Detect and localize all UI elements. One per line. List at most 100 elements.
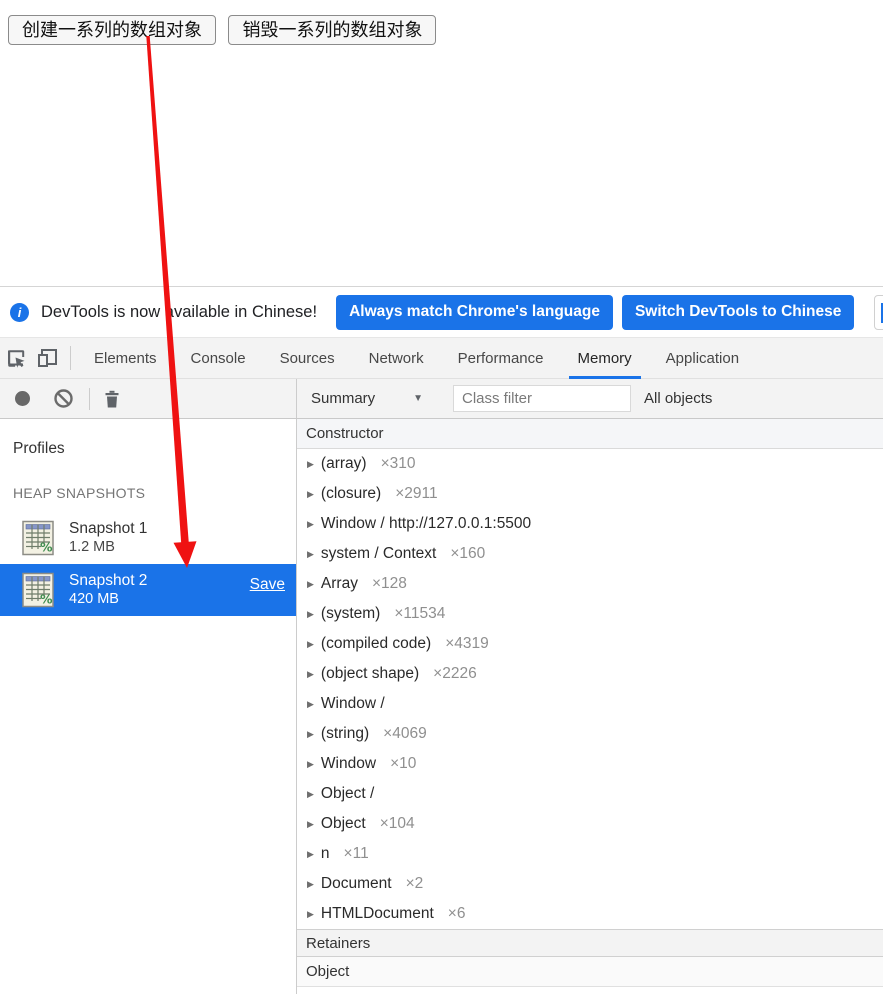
constructor-name: Window [321, 755, 376, 773]
expand-triangle-icon[interactable]: ▶ [307, 789, 314, 800]
inspect-element-icon[interactable] [0, 338, 32, 379]
constructor-name: HTMLDocument [321, 905, 434, 923]
expand-triangle-icon[interactable]: ▶ [307, 639, 314, 650]
instance-count: ×128 [372, 575, 407, 593]
constructor-name: Array [321, 575, 358, 593]
screen: 创建一系列的数组对象 销毁一系列的数组对象 i DevTools is now … [0, 0, 883, 994]
record-heap-snapshot-icon[interactable] [15, 391, 30, 406]
constructor-row[interactable]: ▶(compiled code)×4319 [297, 629, 883, 659]
constructor-column-header[interactable]: Constructor [297, 419, 883, 449]
profiles-toolbar [0, 379, 297, 418]
webpage-area: 创建一系列的数组对象 销毁一系列的数组对象 [0, 0, 883, 286]
snapshot-name: Snapshot 1 [69, 519, 147, 538]
expand-triangle-icon[interactable]: ▶ [307, 729, 314, 740]
destroy-arrays-button[interactable]: 销毁一系列的数组对象 [228, 15, 436, 45]
delete-profile-icon[interactable] [103, 389, 121, 409]
switch-devtools-chinese-button[interactable]: Switch DevTools to Chinese [622, 295, 854, 330]
devtools-infobar: i DevTools is now available in Chinese! … [0, 287, 883, 338]
constructor-name: Object / [321, 785, 374, 803]
expand-triangle-icon[interactable]: ▶ [307, 879, 314, 890]
class-filter-input[interactable] [453, 385, 631, 412]
snapshot-2-item[interactable]: % Snapshot 2 420 MB Save [0, 564, 296, 616]
expand-triangle-icon[interactable]: ▶ [307, 549, 314, 560]
instance-count: ×310 [381, 455, 416, 473]
constructor-row[interactable]: ▶system / Context×160 [297, 539, 883, 569]
constructor-row[interactable]: ▶ Array ×128 [297, 569, 883, 599]
expand-triangle-icon[interactable]: ▶ [307, 459, 314, 470]
constructor-name: n [321, 845, 330, 863]
tabbar-divider [70, 346, 71, 370]
constructor-row[interactable]: ▶ HTMLDocument ×6 [297, 899, 883, 929]
instance-count: ×6 [448, 905, 466, 923]
expand-triangle-icon[interactable]: ▶ [307, 579, 314, 590]
perspective-value: Summary [311, 390, 375, 407]
tab-elements[interactable]: Elements [77, 338, 174, 379]
create-arrays-button[interactable]: 创建一系列的数组对象 [8, 15, 216, 45]
retainers-object-column-header[interactable]: Object [297, 957, 883, 987]
constructor-row[interactable]: ▶(closure)×2911 [297, 479, 883, 509]
expand-triangle-icon[interactable]: ▶ [307, 819, 314, 830]
expand-triangle-icon[interactable]: ▶ [307, 699, 314, 710]
tab-console[interactable]: Console [174, 338, 263, 379]
instance-count: ×104 [380, 815, 415, 833]
constructor-row[interactable]: ▶ (system) ×11534 [297, 599, 883, 629]
constructor-row[interactable]: ▶Window / [297, 689, 883, 719]
constructor-name: (array) [321, 455, 367, 473]
save-snapshot-link[interactable]: Save [250, 576, 285, 594]
toolbar-divider [89, 388, 90, 410]
profiles-sidebar: Profiles HEAP SNAPSHOTS % Snapshot 1 [0, 419, 297, 994]
devtools-panel: i DevTools is now available in Chinese! … [0, 286, 883, 994]
expand-triangle-icon[interactable]: ▶ [307, 489, 314, 500]
device-toolbar-icon[interactable] [32, 338, 64, 379]
constructor-name: system / Context [321, 545, 436, 563]
expand-triangle-icon[interactable]: ▶ [307, 609, 314, 620]
instance-count: ×2 [406, 875, 424, 893]
object-scope-select[interactable]: All objects [644, 390, 712, 407]
tab-sources[interactable]: Sources [263, 338, 352, 379]
heap-grid-panel: Constructor ▶ (array) ×310 ▶(closure)×2911… [297, 419, 883, 994]
svg-text:%: % [40, 540, 53, 555]
tab-application[interactable]: Application [649, 338, 756, 379]
instance-count: ×11534 [394, 605, 445, 623]
constructor-row[interactable]: ▶(object shape)×2226 [297, 659, 883, 689]
snapshot-size: 1.2 MB [69, 538, 147, 557]
constructor-name: Document [321, 875, 392, 893]
tab-memory[interactable]: Memory [561, 338, 649, 379]
constructor-row[interactable]: ▶ Window ×10 [297, 749, 883, 779]
snapshot-1-item[interactable]: % Snapshot 1 1.2 MB [0, 512, 296, 564]
devtools-tabbar: Elements Console Sources Network Perform… [0, 338, 883, 379]
constructor-row[interactable]: ▶ n ×11 [297, 839, 883, 869]
memory-content: Profiles HEAP SNAPSHOTS % Snapshot 1 [0, 419, 883, 994]
expand-triangle-icon[interactable]: ▶ [307, 759, 314, 770]
info-icon: i [10, 303, 29, 322]
chevron-down-icon: ▼ [413, 393, 423, 404]
tab-network[interactable]: Network [352, 338, 441, 379]
instance-count: ×4319 [445, 635, 489, 653]
always-match-language-button[interactable]: Always match Chrome's language [336, 295, 613, 330]
retainers-section-header[interactable]: Retainers [297, 929, 883, 957]
instance-count: ×10 [390, 755, 416, 773]
constructor-name: (object shape) [321, 665, 419, 683]
constructor-row[interactable]: ▶ Object / [297, 779, 883, 809]
cutoff-infobar-button[interactable] [874, 295, 883, 330]
expand-triangle-icon[interactable]: ▶ [307, 909, 314, 920]
constructor-name: (system) [321, 605, 380, 623]
perspective-select[interactable]: Summary ▼ [305, 390, 427, 407]
expand-triangle-icon[interactable]: ▶ [307, 519, 314, 530]
tab-performance[interactable]: Performance [441, 338, 561, 379]
constructor-name: Object [321, 815, 366, 833]
instance-count: ×2911 [395, 485, 437, 503]
instance-count: ×11 [344, 845, 369, 863]
svg-text:%: % [40, 592, 53, 607]
snapshot-size: 420 MB [69, 590, 147, 609]
expand-triangle-icon[interactable]: ▶ [307, 849, 314, 860]
constructor-row[interactable]: ▶ Object ×104 [297, 809, 883, 839]
constructor-row[interactable]: ▶Window / http://127.0.0.1:5500 [297, 509, 883, 539]
expand-triangle-icon[interactable]: ▶ [307, 669, 314, 680]
constructor-row[interactable]: ▶ (array) ×310 [297, 449, 883, 479]
clear-profiles-icon[interactable] [54, 389, 73, 408]
constructor-row[interactable]: ▶(string)×4069 [297, 719, 883, 749]
constructor-row[interactable]: ▶ Document ×2 [297, 869, 883, 899]
view-toolbar: Summary ▼ All objects [297, 379, 883, 418]
heap-snapshots-header: HEAP SNAPSHOTS [13, 485, 296, 501]
